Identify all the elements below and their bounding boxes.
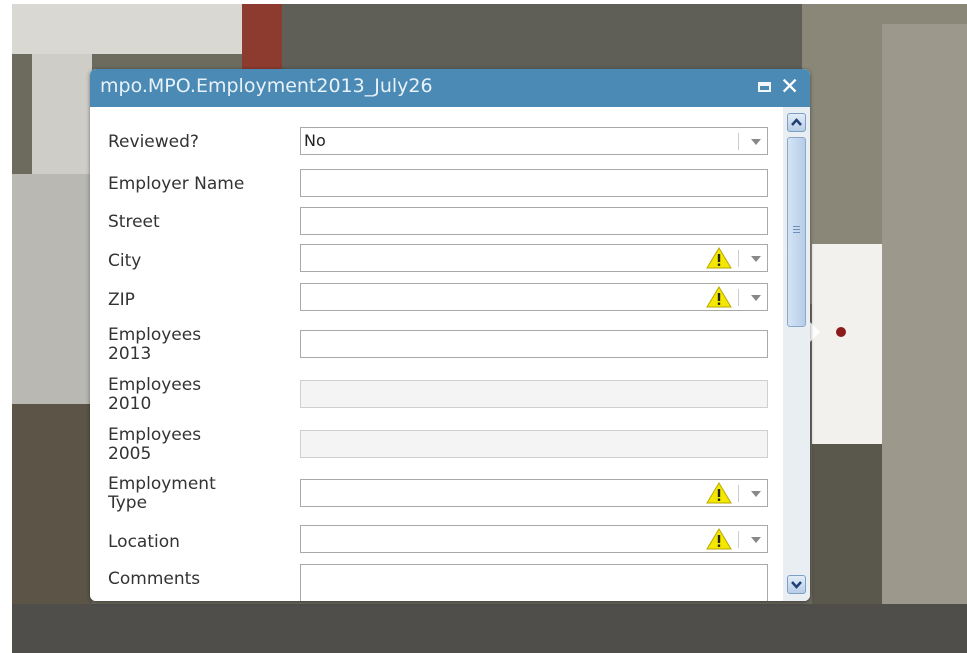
scrollbar-thumb[interactable]	[787, 137, 806, 327]
divider	[738, 133, 739, 150]
chevron-down-icon[interactable]	[751, 295, 761, 301]
chevron-down-icon[interactable]	[751, 256, 761, 262]
divider	[738, 531, 739, 548]
popup-scrollbar[interactable]	[783, 107, 810, 601]
close-icon[interactable]: ✕	[780, 73, 799, 101]
zip-select[interactable]	[300, 283, 768, 311]
employees-2005-input	[300, 430, 768, 458]
popup-content: Reviewed? No Employer Name Street City Z…	[90, 107, 783, 601]
comments-textarea[interactable]	[300, 564, 768, 601]
employees-2010-input	[300, 380, 768, 408]
field-label: Employees 2010	[108, 375, 202, 414]
scroll-down-icon[interactable]	[787, 575, 806, 594]
feature-point-marker[interactable]	[836, 327, 846, 337]
map-road	[882, 24, 967, 644]
grip-line	[793, 232, 800, 233]
divider	[738, 289, 739, 306]
map-parking-lot	[282, 4, 802, 74]
reviewed-value: No	[304, 131, 326, 150]
field-label: ZIP	[108, 290, 135, 310]
field-label: Employer Name	[108, 174, 245, 194]
attribute-popup: mpo.MPO.Employment2013_July26 ✕ Reviewed…	[90, 69, 810, 601]
divider	[738, 485, 739, 502]
warning-icon	[706, 286, 732, 308]
grip-line	[793, 226, 800, 227]
map-rooftop	[32, 54, 92, 174]
field-label: Employees 2005	[108, 425, 202, 464]
warning-icon	[706, 528, 732, 550]
field-label: Comments	[108, 569, 201, 589]
city-select[interactable]	[300, 244, 768, 272]
popup-titlebar[interactable]: mpo.MPO.Employment2013_July26 ✕	[90, 69, 810, 107]
warning-icon	[706, 482, 732, 504]
chevron-down-icon[interactable]	[751, 537, 761, 543]
grip-line	[793, 229, 800, 230]
field-label: City	[108, 251, 142, 271]
employment-type-select[interactable]	[300, 479, 768, 507]
field-label: Street	[108, 212, 160, 232]
reviewed-select[interactable]: No	[300, 127, 768, 155]
scroll-up-icon[interactable]	[787, 113, 806, 132]
field-label: Employees 2013	[108, 325, 202, 364]
field-label: Location	[108, 532, 180, 552]
warning-icon	[706, 247, 732, 269]
location-select[interactable]	[300, 525, 768, 553]
field-label: Employment Type	[108, 474, 216, 513]
map-lot	[812, 444, 882, 604]
popup-title: mpo.MPO.Employment2013_July26	[100, 75, 433, 97]
employer-name-input[interactable]	[300, 169, 768, 197]
map-road	[12, 604, 967, 653]
map-white-building	[812, 244, 882, 444]
field-label: Reviewed?	[108, 132, 199, 152]
divider	[738, 250, 739, 267]
employees-2013-input[interactable]	[300, 330, 768, 358]
maximize-icon[interactable]	[758, 82, 771, 92]
map-rooftop	[12, 174, 92, 404]
street-input[interactable]	[300, 207, 768, 235]
map-building	[242, 4, 282, 74]
map-rooftop	[12, 4, 242, 54]
chevron-down-icon[interactable]	[751, 139, 761, 145]
chevron-down-icon[interactable]	[751, 491, 761, 497]
